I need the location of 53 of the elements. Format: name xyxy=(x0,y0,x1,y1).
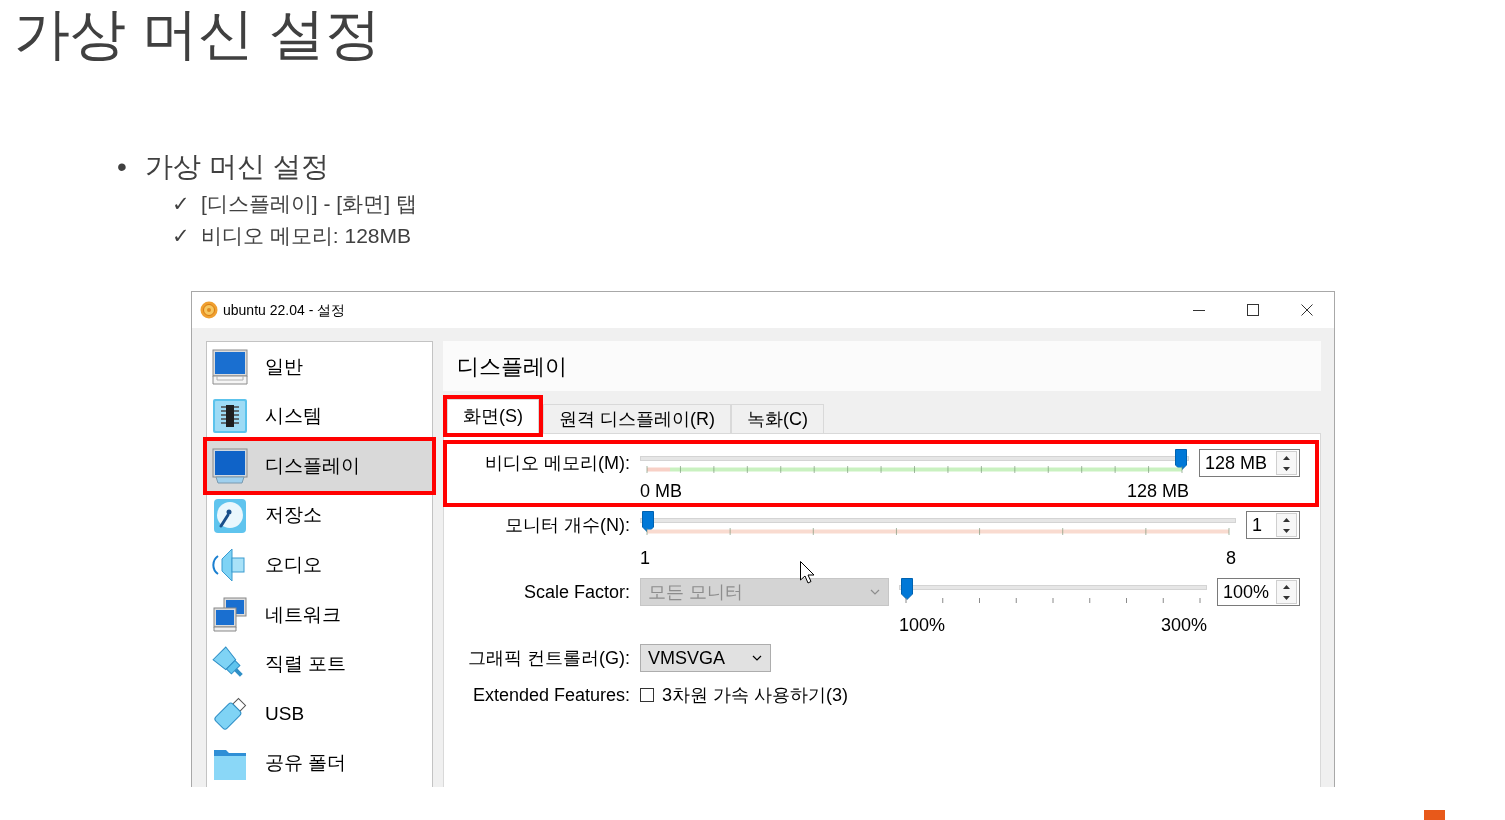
range-min-label: 0 MB xyxy=(640,480,682,503)
spin-field[interactable]: 100% xyxy=(1217,578,1300,606)
caret-down-icon xyxy=(1283,466,1290,471)
list-marker: • xyxy=(117,150,128,184)
window-title: ubuntu 22.04 - 설정 xyxy=(223,300,346,320)
slider-thumb[interactable] xyxy=(901,578,913,600)
slide-title: 가상 머신 설정 xyxy=(13,1,383,67)
two-monitors-icon xyxy=(212,596,248,633)
minimize-icon xyxy=(1193,309,1205,311)
range-max-label: 128 MB xyxy=(1126,480,1189,503)
app-logo-icon xyxy=(200,301,218,319)
close-icon xyxy=(1301,304,1313,316)
caret-down-icon xyxy=(1283,528,1290,533)
caret-up-icon xyxy=(1283,517,1290,522)
bullet-text: 비디오 메모리: 128MB xyxy=(201,223,412,250)
dropdown[interactable]: VMSVGA xyxy=(640,644,771,672)
field-label: 비디오 메모리(M): xyxy=(484,451,630,475)
range-max-label: 8 xyxy=(1226,546,1236,570)
tab[interactable]: 녹화(C) xyxy=(731,404,824,433)
bullet-text: 가상 머신 설정 xyxy=(145,150,329,184)
list-marker: ✓ xyxy=(172,191,191,218)
chevron-down-icon xyxy=(870,589,880,595)
field-label: Scale Factor: xyxy=(522,580,630,604)
usb-stick-icon xyxy=(212,695,248,732)
chip-icon xyxy=(212,398,248,435)
mouse-pointer-icon xyxy=(800,561,815,584)
panel-title: 디스플레이 xyxy=(457,352,567,381)
spin-field[interactable]: 128 MB xyxy=(1199,449,1300,477)
maximize-icon xyxy=(1247,304,1259,316)
range-min-label: 100% xyxy=(899,613,946,637)
monitor-icon xyxy=(212,448,248,484)
chevron-down-icon xyxy=(752,655,762,661)
checkbox[interactable] xyxy=(640,688,654,702)
tab[interactable]: 원격 디스플레이(R) xyxy=(543,404,731,433)
field-label: Extended Features: xyxy=(471,683,630,707)
slider-thumb[interactable] xyxy=(1175,449,1187,471)
range-min-label: 1 xyxy=(640,546,650,570)
sidebar-item[interactable]: 디스플레이 xyxy=(207,441,432,491)
tab[interactable]: 화면(S) xyxy=(447,399,539,433)
caret-up-icon xyxy=(1283,584,1290,589)
caret-down-icon xyxy=(1283,595,1290,600)
speaker-icon xyxy=(212,547,248,584)
range-max-label: 300% xyxy=(1160,613,1207,637)
spin-field[interactable]: 1 xyxy=(1246,511,1300,539)
caret-up-icon xyxy=(1283,455,1290,460)
corner-mark-icon xyxy=(1424,810,1445,820)
checkbox-option[interactable]: 3차원 가속 사용하기(3) xyxy=(640,681,848,709)
field-label: 모니터 개수(N): xyxy=(504,513,630,537)
slider-thumb[interactable] xyxy=(642,511,654,533)
bullet-text: [디스플레이] - [화면] 탭 xyxy=(201,191,417,218)
monitor-icon xyxy=(212,348,248,385)
list-marker: ✓ xyxy=(172,223,191,250)
field-label: 그래픽 컨트롤러(G): xyxy=(467,646,630,670)
